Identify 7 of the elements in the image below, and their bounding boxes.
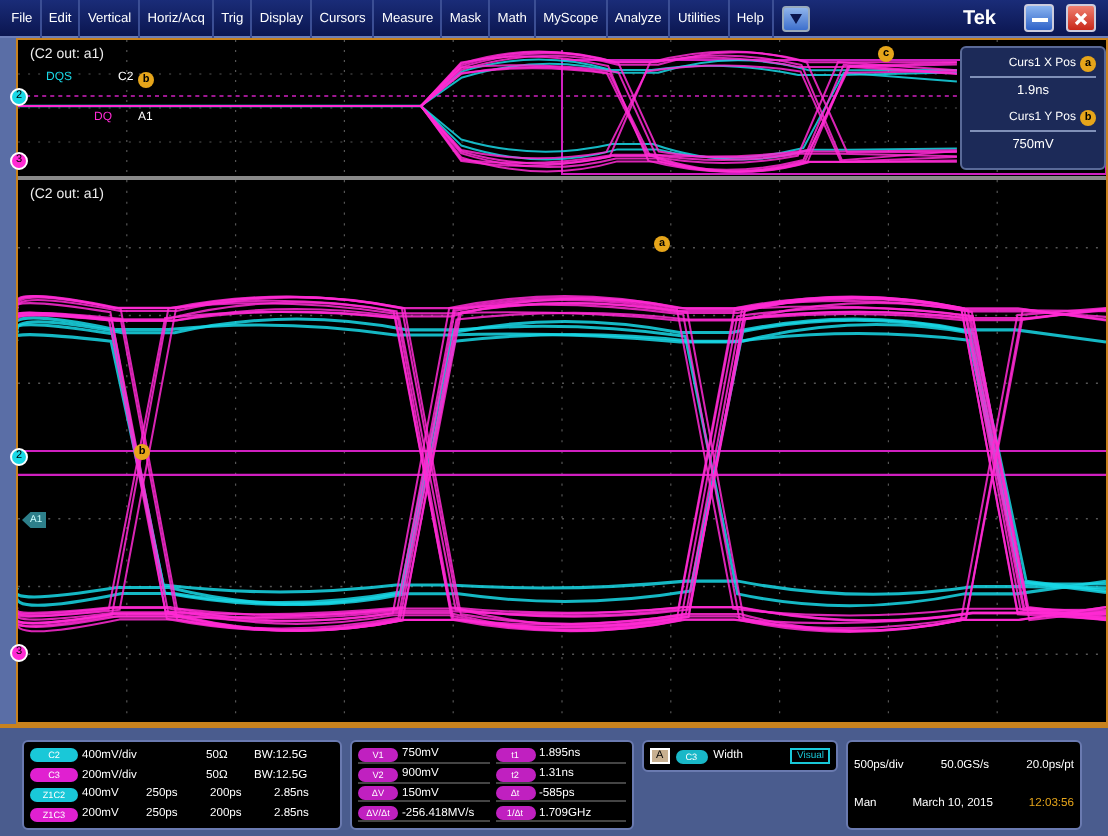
close-icon — [1074, 11, 1088, 25]
minimize-button[interactable] — [1024, 4, 1054, 32]
close-button[interactable] — [1066, 4, 1096, 32]
dropdown-button[interactable] — [781, 5, 810, 31]
caret-icon — [789, 13, 802, 23]
minimize-icon — [1031, 15, 1047, 21]
brand-logo: Tek — [963, 7, 996, 29]
